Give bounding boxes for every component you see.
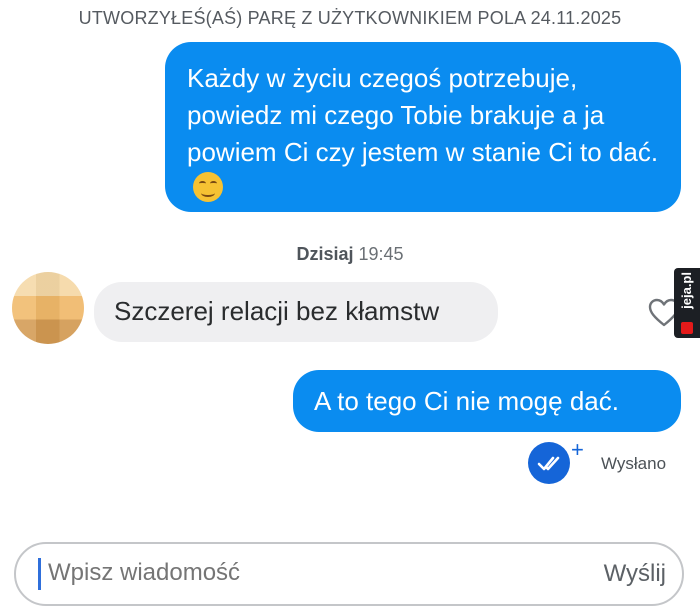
outgoing-message-bubble[interactable]: Każdy w życiu czegoś potrzebuje, powiedz…: [165, 42, 681, 212]
plus-icon[interactable]: +: [571, 439, 584, 461]
timestamp-time: 19:45: [358, 244, 404, 264]
match-header: UTWORZYŁEŚ(AŚ) PARĘ Z UŻYTKOWNIKIEM POLA…: [78, 8, 622, 28]
message-composer[interactable]: Wyślij: [14, 542, 684, 606]
message-text: A to tego Ci nie mogę dać.: [314, 386, 619, 416]
watermark-dot: [681, 322, 693, 334]
message-text: Szczerej relacji bez kłamstw: [114, 296, 440, 326]
outgoing-message-bubble[interactable]: A to tego Ci nie mogę dać.: [293, 370, 681, 432]
text-cursor: [38, 558, 41, 590]
incoming-message-bubble[interactable]: Szczerej relacji bez kłamstw: [94, 282, 498, 342]
watermark-logo: jeja.pl: [674, 268, 700, 338]
smirking-face-emoji-icon: [193, 172, 223, 202]
message-input[interactable]: [48, 559, 468, 587]
sent-status-label: Wysłano: [601, 454, 667, 473]
timestamp-day: Dzisiaj: [296, 244, 354, 264]
read-receipt-icon: [528, 442, 570, 484]
message-text: Każdy w życiu czegoś potrzebuje, powiedz…: [187, 63, 659, 167]
watermark-text: jeja.pl: [679, 272, 694, 309]
avatar[interactable]: [12, 272, 84, 344]
send-button[interactable]: Wyślij: [604, 560, 666, 588]
chat-timestamp: Dzisiaj 19:45: [0, 244, 700, 265]
